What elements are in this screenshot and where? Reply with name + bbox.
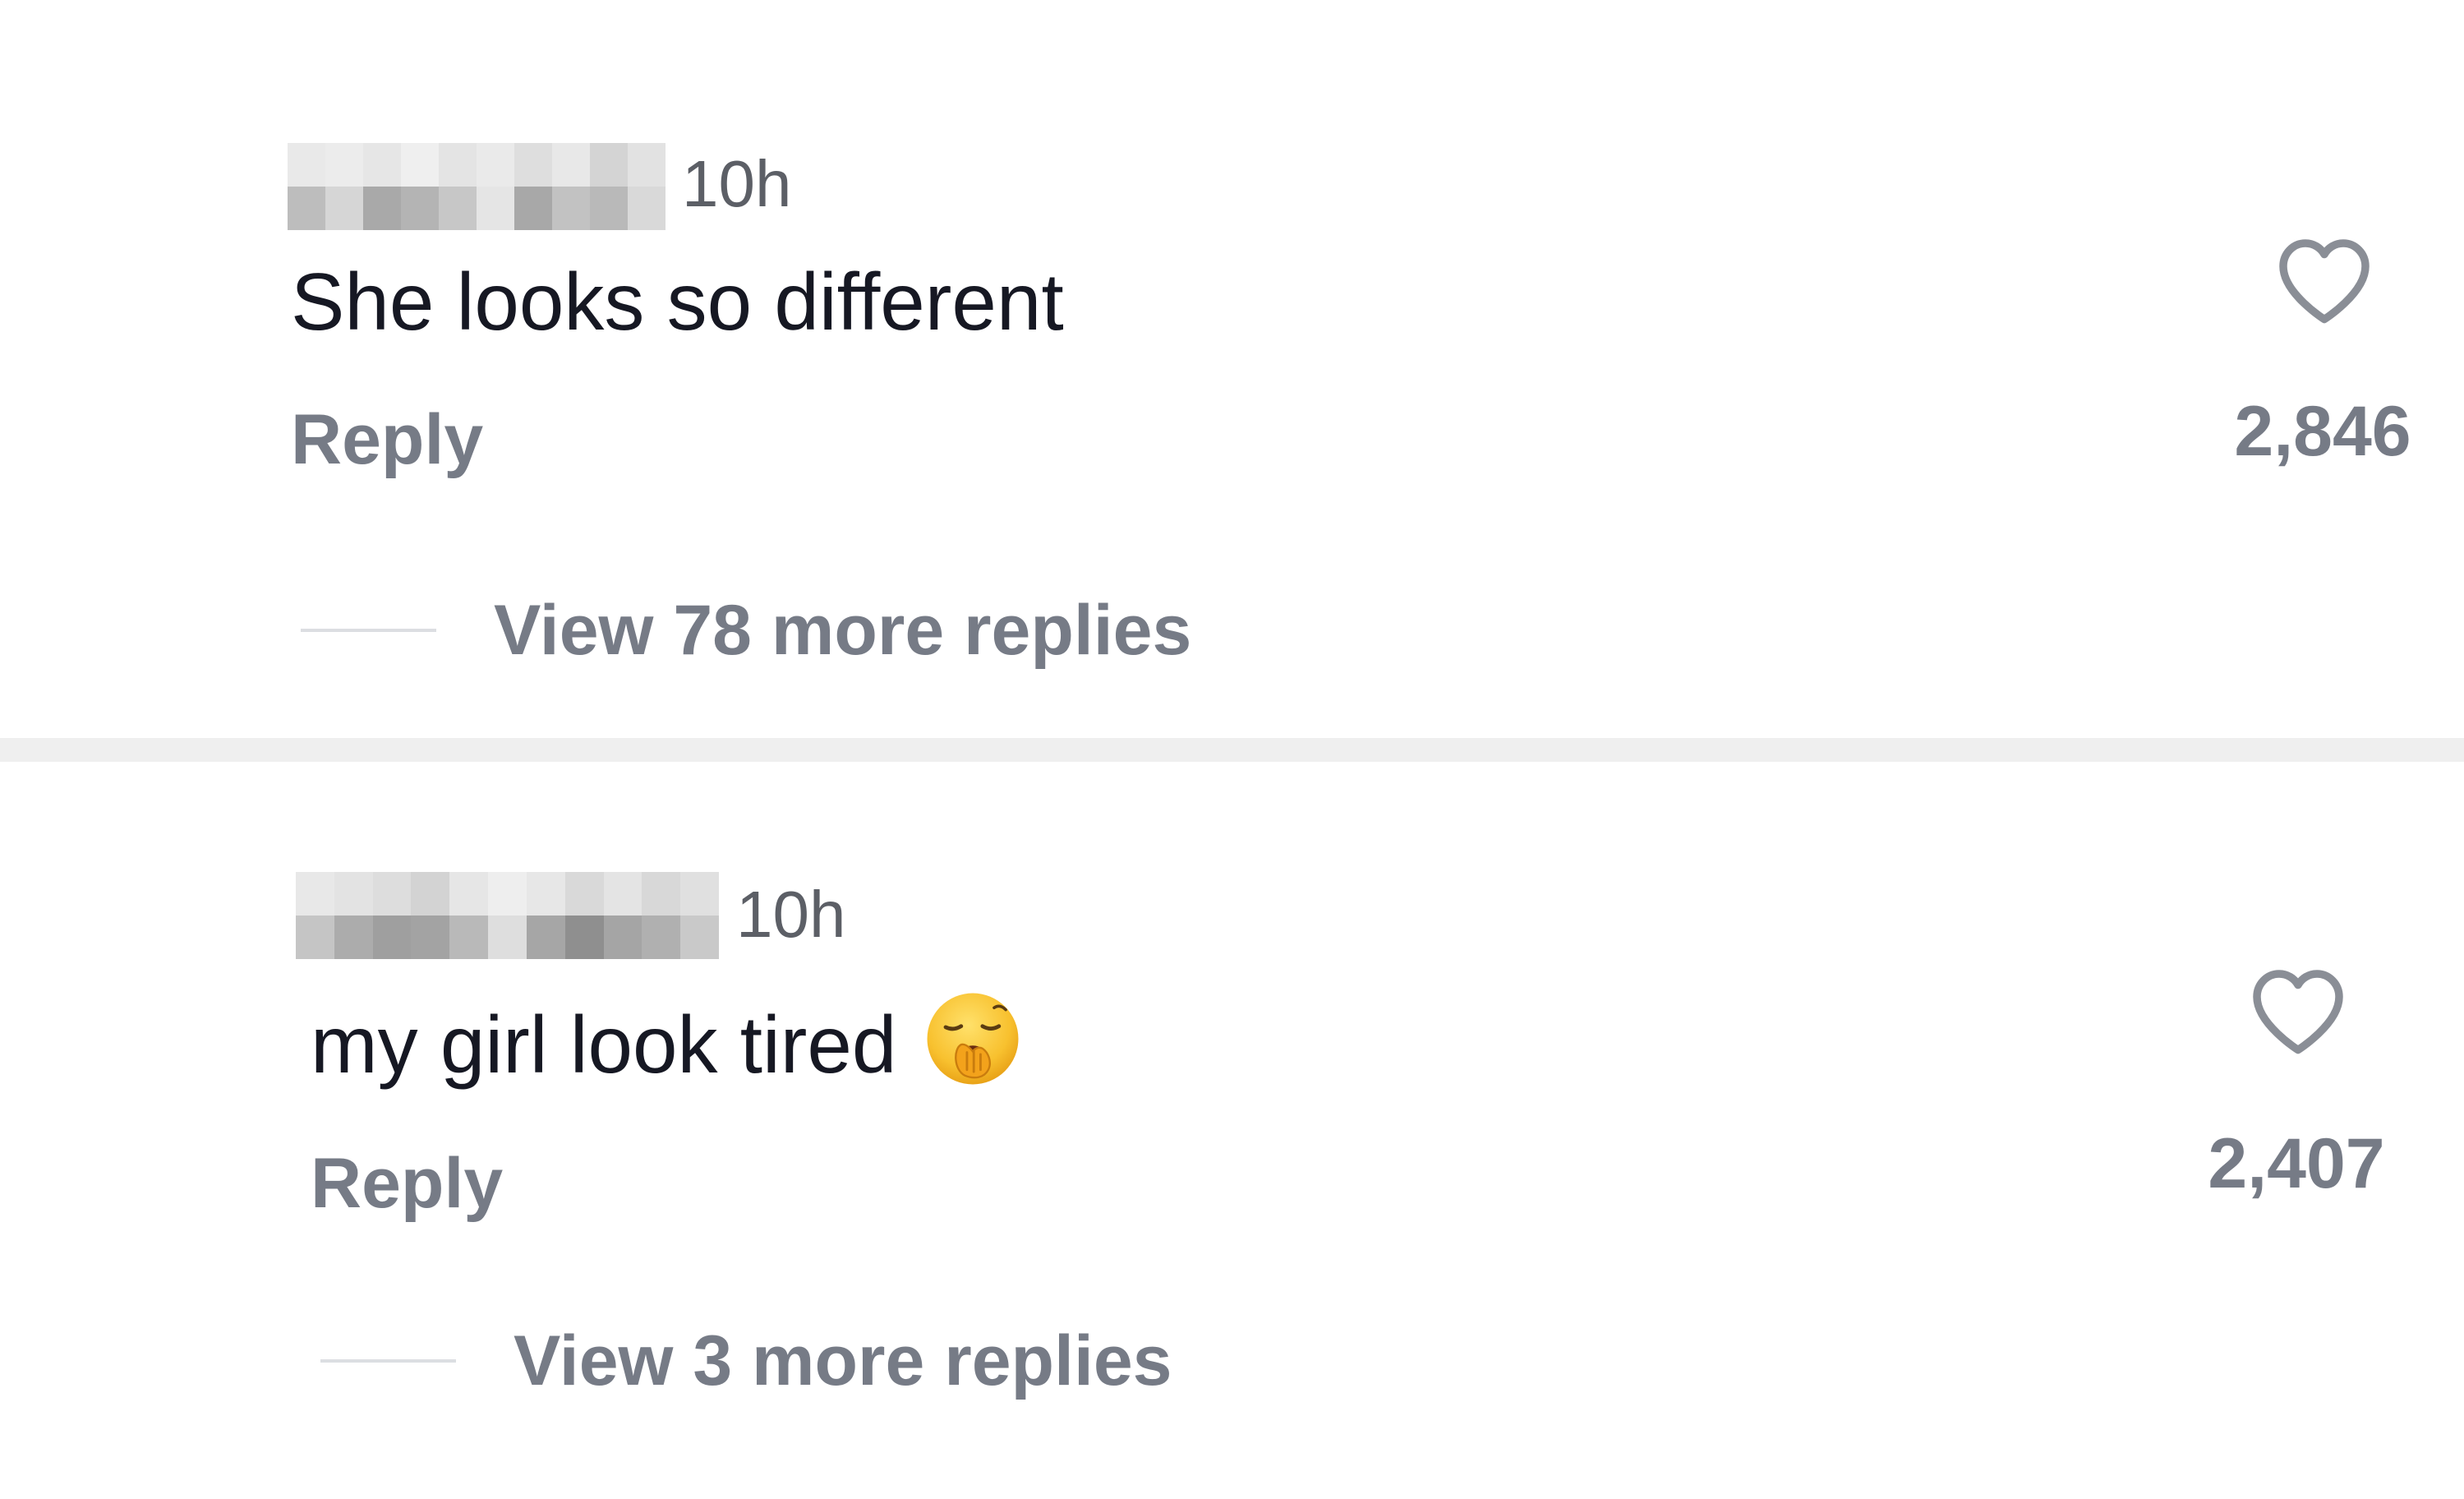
view-more-replies-button[interactable]: View 3 more replies [320,1326,1172,1396]
yawning-face-emoji-icon [927,993,1019,1085]
comment-timestamp: 10h [682,147,792,220]
reply-button[interactable]: Reply [291,404,483,475]
heart-outline-icon[interactable] [2274,235,2374,325]
username-redacted[interactable] [296,872,719,959]
comment-text: my girl look tired [311,990,1021,1087]
view-more-replies-label: View 3 more replies [514,1321,1172,1400]
comment-divider [0,738,2464,762]
reply-thread-line [301,629,436,632]
comment-text-content: my girl look tired [311,999,897,1090]
comment-item: 10h She looks so different Reply View 78… [0,0,2464,738]
like-count: 2,407 [2208,1124,2385,1203]
username-redacted[interactable] [288,143,666,230]
comment-timestamp: 10h [736,878,846,951]
heart-outline-icon[interactable] [2248,966,2348,1056]
view-more-replies-label: View 78 more replies [494,591,1192,670]
comment-item: 10h my girl look tired Reply View 3 more… [0,762,2464,1499]
view-more-replies-button[interactable]: View 78 more replies [301,595,1191,666]
reply-button[interactable]: Reply [311,1148,503,1219]
like-count: 2,846 [2234,392,2411,471]
reply-thread-line [320,1359,456,1363]
comment-text: She looks so different [291,256,1064,347]
